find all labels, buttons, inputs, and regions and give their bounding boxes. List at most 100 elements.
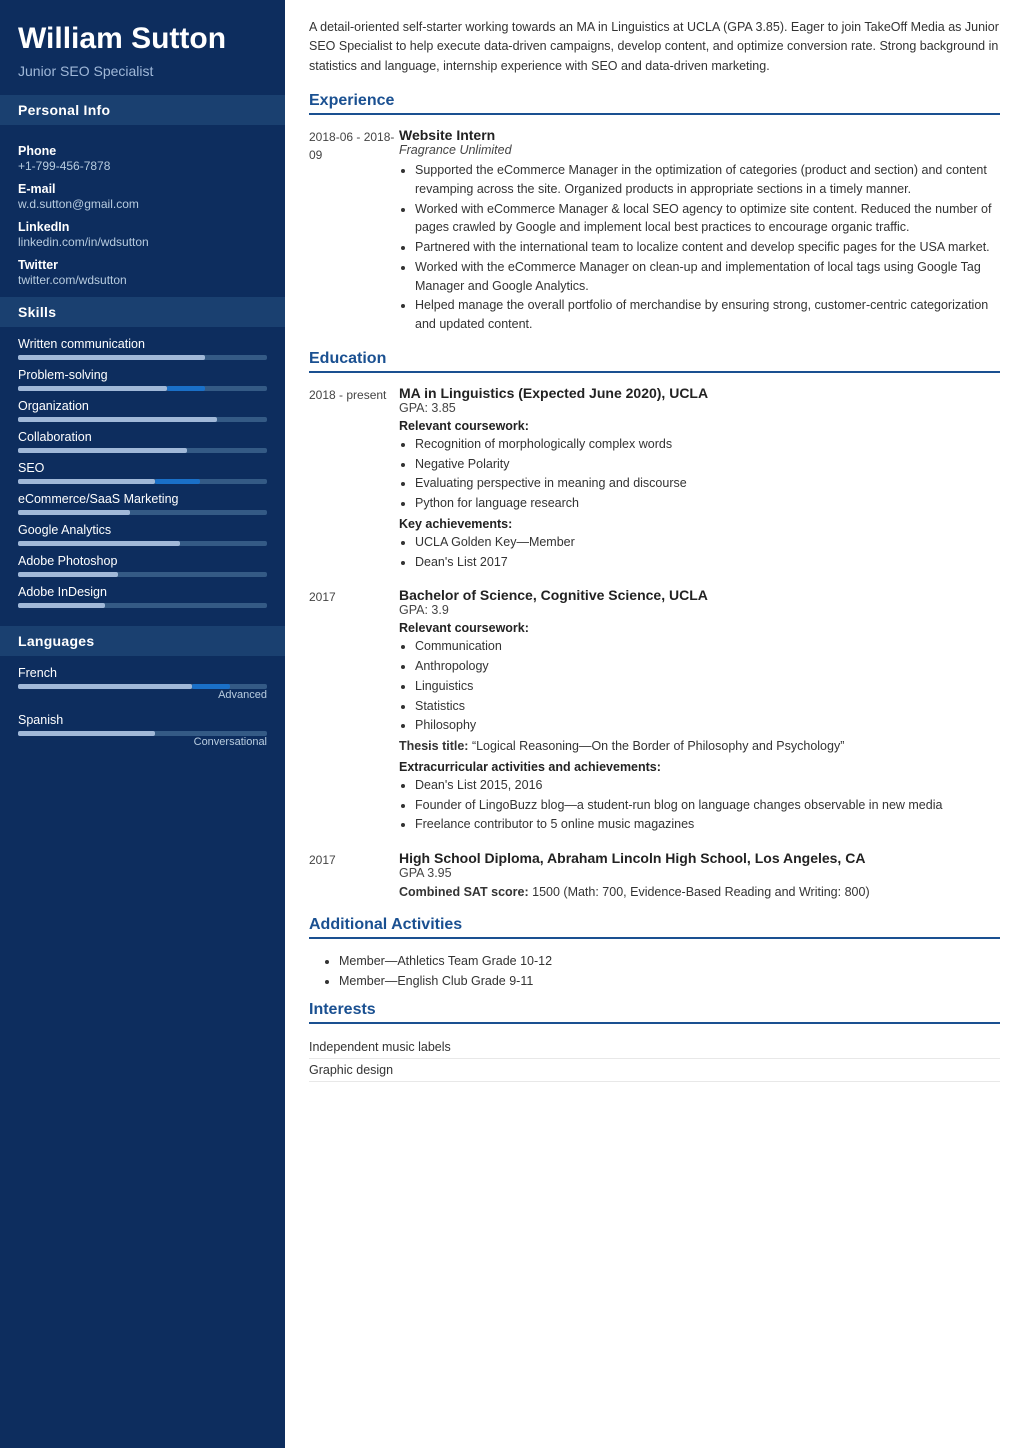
experience-container: 2018-06 - 2018-09Website InternFragrance… bbox=[309, 127, 1000, 336]
coursework-label: Relevant coursework: bbox=[399, 621, 1000, 635]
education-entry: 2018 - presentMA in Linguistics (Expecte… bbox=[309, 385, 1000, 574]
additional-section-title: Additional Activities bbox=[309, 916, 1000, 939]
email-value: w.d.sutton@gmail.com bbox=[18, 197, 267, 211]
candidate-title: Junior SEO Specialist bbox=[18, 63, 267, 79]
education-entry: 2017Bachelor of Science, Cognitive Scien… bbox=[309, 587, 1000, 836]
coursework-item: Linguistics bbox=[415, 677, 1000, 696]
coursework-list: Recognition of morphologically complex w… bbox=[399, 435, 1000, 513]
language-bar-accent bbox=[192, 684, 229, 689]
language-level: Conversational bbox=[18, 736, 267, 748]
skill-name: Google Analytics bbox=[18, 523, 267, 537]
personal-info-content: Phone +1-799-456-7878 E-mail w.d.sutton@… bbox=[0, 125, 285, 297]
extra-activities-list: Dean's List 2015, 2016Founder of LingoBu… bbox=[399, 776, 1000, 834]
education-section-title: Education bbox=[309, 350, 1000, 373]
language-item: Spanish Conversational bbox=[18, 713, 267, 748]
summary-text: A detail-oriented self-starter working t… bbox=[309, 18, 1000, 76]
language-bar-background bbox=[18, 684, 267, 689]
skill-name: Collaboration bbox=[18, 430, 267, 444]
twitter-value: twitter.com/wdsutton bbox=[18, 273, 267, 287]
language-bar-fill bbox=[18, 731, 155, 736]
experience-bullets: Supported the eCommerce Manager in the o… bbox=[399, 161, 1000, 334]
skill-bar-background bbox=[18, 572, 267, 577]
coursework-list: CommunicationAnthropologyLinguisticsStat… bbox=[399, 637, 1000, 735]
company-name: Fragrance Unlimited bbox=[399, 143, 1000, 157]
email-label: E-mail bbox=[18, 182, 267, 196]
experience-body: Website InternFragrance Unlimited Support… bbox=[399, 127, 1000, 336]
skill-bar-background bbox=[18, 541, 267, 546]
language-bar-background bbox=[18, 731, 267, 736]
skill-bar-accent bbox=[167, 386, 204, 391]
coursework-item: Communication bbox=[415, 637, 1000, 656]
education-date: 2017 bbox=[309, 850, 399, 902]
language-item: French Advanced bbox=[18, 666, 267, 701]
additional-activity-item: Member—Athletics Team Grade 10-12 bbox=[339, 951, 1000, 971]
language-name: French bbox=[18, 666, 267, 680]
skill-item: Collaboration bbox=[18, 430, 267, 453]
skill-item: Written communication bbox=[18, 337, 267, 360]
skill-bar-fill bbox=[18, 541, 180, 546]
phone-value: +1-799-456-7878 bbox=[18, 159, 267, 173]
achievement-item: Dean's List 2017 bbox=[415, 553, 1000, 572]
experience-section-title: Experience bbox=[309, 92, 1000, 115]
experience-bullet: Helped manage the overall portfolio of m… bbox=[415, 296, 1000, 334]
additional-activity-item: Member—English Club Grade 9-11 bbox=[339, 971, 1000, 991]
skill-bar-fill bbox=[18, 448, 187, 453]
interest-item: Graphic design bbox=[309, 1059, 1000, 1082]
skill-item: SEO bbox=[18, 461, 267, 484]
language-name: Spanish bbox=[18, 713, 267, 727]
sat-score: Combined SAT score: 1500 (Math: 700, Evi… bbox=[399, 883, 1000, 902]
skill-bar-background bbox=[18, 510, 267, 515]
phone-label: Phone bbox=[18, 144, 267, 158]
skill-name: Organization bbox=[18, 399, 267, 413]
achievements-list: UCLA Golden Key—MemberDean's List 2017 bbox=[399, 533, 1000, 572]
coursework-item: Negative Polarity bbox=[415, 455, 1000, 474]
twitter-label: Twitter bbox=[18, 258, 267, 272]
skill-item: Organization bbox=[18, 399, 267, 422]
languages-content: French Advanced Spanish Conversational bbox=[0, 656, 285, 770]
skill-bar-background bbox=[18, 479, 267, 484]
achievement-item: UCLA Golden Key—Member bbox=[415, 533, 1000, 552]
education-body: High School Diploma, Abraham Lincoln Hig… bbox=[399, 850, 1000, 902]
job-title: Website Intern bbox=[399, 127, 1000, 143]
thesis: Thesis title: “Logical Reasoning—On the … bbox=[399, 737, 1000, 756]
coursework-item: Statistics bbox=[415, 697, 1000, 716]
skill-item: Adobe Photoshop bbox=[18, 554, 267, 577]
additional-activities-list: Member—Athletics Team Grade 10-12Member—… bbox=[309, 951, 1000, 991]
interest-item: Independent music labels bbox=[309, 1036, 1000, 1059]
sidebar: William Sutton Junior SEO Specialist Per… bbox=[0, 0, 285, 1448]
skill-name: Written communication bbox=[18, 337, 267, 351]
language-level: Advanced bbox=[18, 689, 267, 701]
education-entry: 2017High School Diploma, Abraham Lincoln… bbox=[309, 850, 1000, 902]
skill-bar-background bbox=[18, 603, 267, 608]
extra-activity-item: Dean's List 2015, 2016 bbox=[415, 776, 1000, 795]
skill-bar-fill bbox=[18, 572, 118, 577]
interests-container: Independent music labelsGraphic design bbox=[309, 1036, 1000, 1082]
skill-bar-background bbox=[18, 355, 267, 360]
skill-bar-background bbox=[18, 448, 267, 453]
coursework-item: Python for language research bbox=[415, 494, 1000, 513]
experience-bullet: Worked with the eCommerce Manager on cle… bbox=[415, 258, 1000, 296]
extra-activity-item: Freelance contributor to 5 online music … bbox=[415, 815, 1000, 834]
skill-item: Google Analytics bbox=[18, 523, 267, 546]
education-body: MA in Linguistics (Expected June 2020), … bbox=[399, 385, 1000, 574]
sidebar-header: William Sutton Junior SEO Specialist bbox=[0, 0, 285, 95]
candidate-name: William Sutton bbox=[18, 22, 267, 57]
skill-item: Adobe InDesign bbox=[18, 585, 267, 608]
extra-label: Extracurricular activities and achieveme… bbox=[399, 760, 1000, 774]
gpa: GPA: 3.85 bbox=[399, 401, 1000, 415]
skill-bar-fill bbox=[18, 510, 130, 515]
extra-activity-item: Founder of LingoBuzz blog—a student-run … bbox=[415, 796, 1000, 815]
degree-title: High School Diploma, Abraham Lincoln Hig… bbox=[399, 850, 1000, 866]
skill-bar-fill bbox=[18, 355, 205, 360]
coursework-item: Anthropology bbox=[415, 657, 1000, 676]
linkedin-label: LinkedIn bbox=[18, 220, 267, 234]
skill-name: SEO bbox=[18, 461, 267, 475]
personal-info-section-title: Personal Info bbox=[0, 95, 285, 125]
skill-bar-fill bbox=[18, 479, 155, 484]
skill-bar-fill bbox=[18, 386, 167, 391]
experience-bullet: Worked with eCommerce Manager & local SE… bbox=[415, 200, 1000, 238]
gpa: GPA: 3.9 bbox=[399, 603, 1000, 617]
linkedin-value: linkedin.com/in/wdsutton bbox=[18, 235, 267, 249]
coursework-item: Recognition of morphologically complex w… bbox=[415, 435, 1000, 454]
skill-bar-fill bbox=[18, 603, 105, 608]
